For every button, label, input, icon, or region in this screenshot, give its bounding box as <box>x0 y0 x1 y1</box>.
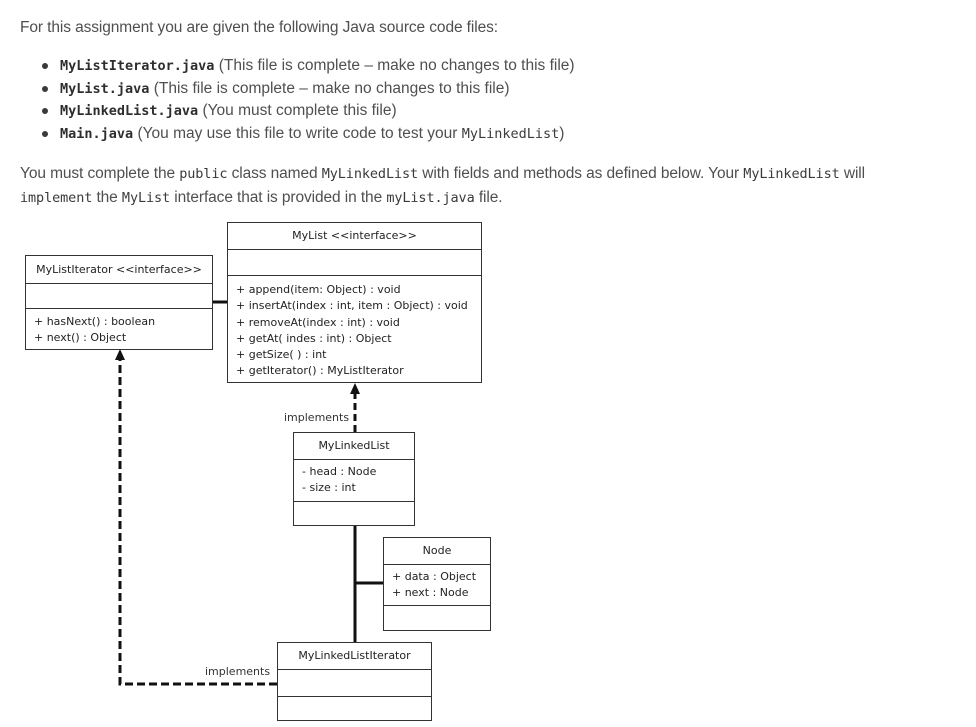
code-file-name: myList.java <box>386 190 475 206</box>
uml-class-mylist: MyList <<interface>> + append(item: Obje… <box>227 222 482 383</box>
file-note-end: ) <box>559 124 565 142</box>
implements-label: implements <box>205 665 271 678</box>
file-list-item: MyLinkedList.java (You must complete thi… <box>40 100 575 123</box>
methods-section <box>278 696 431 720</box>
field: - size : int <box>302 481 356 495</box>
method: + removeAt(index : int) : void <box>236 315 400 329</box>
methods-section: + hasNext() : boolean + next() : Object <box>26 308 212 349</box>
attributes-section <box>26 283 212 308</box>
file-list-item: MyList.java (This file is complete – mak… <box>40 78 575 101</box>
implements-label: implements <box>284 411 350 424</box>
arrowhead-icon <box>350 383 360 394</box>
uml-class-node: Node + data : Object + next : Node <box>383 537 491 631</box>
class-title: MyList <<interface>> <box>292 229 417 242</box>
methods-section <box>294 501 414 525</box>
bullet-icon <box>42 63 48 69</box>
class-title: MyListIterator <<interface>> <box>36 263 202 276</box>
file-list-item: MyListIterator.java (This file is comple… <box>40 55 575 78</box>
file-name: MyLinkedList.java <box>60 103 199 119</box>
uml-class-mylistiterator: MyListIterator <<interface>> + hasNext()… <box>25 255 213 350</box>
class-title: MyLinkedListIterator <box>298 649 411 662</box>
text: with fields and methods as defined below… <box>418 165 744 182</box>
file-note: (This file is complete – make no changes… <box>149 79 510 97</box>
class-title: MyLinkedList <box>318 439 390 452</box>
file-note: (You may use this file to write code to … <box>133 124 462 142</box>
bullet-icon <box>42 85 48 92</box>
bullet-icon <box>42 108 48 114</box>
methods-section: + append(item: Object) : void + insertAt… <box>228 275 481 382</box>
method: + getIterator() : MyListIterator <box>236 364 404 378</box>
text: file. <box>474 189 503 206</box>
arrowhead-icon <box>115 349 125 360</box>
file-note: (This file is complete – make no changes… <box>214 57 575 74</box>
text: the <box>92 189 122 206</box>
text: class named <box>227 165 322 182</box>
file-name: MyListIterator.java <box>60 58 215 74</box>
class-title: Node <box>422 544 452 557</box>
text: interface that is provided in the <box>170 189 387 206</box>
attributes-section <box>228 249 481 275</box>
fields-section: - head : Node - size : int <box>294 459 414 501</box>
method: + getSize( ) : int <box>236 348 327 362</box>
field: + next : Node <box>392 586 469 600</box>
intro-text: For this assignment you are given the fo… <box>20 19 498 36</box>
instructions-text: You must complete the public class named… <box>20 162 950 210</box>
method: + getAt( indes : int) : Object <box>236 331 392 345</box>
methods-section <box>384 605 490 630</box>
method: + insertAt(index : int, item : Object) :… <box>236 299 468 313</box>
uml-class-mylinkedlist: MyLinkedList - head : Node - size : int <box>293 432 415 526</box>
file-name: MyList.java <box>60 80 150 97</box>
text: You must complete the <box>20 165 180 182</box>
fields-section: + data : Object + next : Node <box>384 564 490 605</box>
file-note-code: MyLinkedList <box>461 125 560 142</box>
method: + append(item: Object) : void <box>236 283 401 296</box>
file-list-item: Main.java (You may use this file to writ… <box>40 123 575 146</box>
uml-class-mylinkedlistiterator: MyLinkedListIterator <box>277 642 432 721</box>
code-interface-name: MyList <box>121 190 171 206</box>
text: will <box>839 165 865 182</box>
file-list: MyListIterator.java (This file is comple… <box>40 55 575 145</box>
file-note: (You must complete this file) <box>198 102 397 119</box>
code-keyword: public <box>179 166 228 182</box>
fields-section <box>278 669 431 696</box>
field: - head : Node <box>302 465 377 478</box>
method: + hasNext() : boolean <box>34 315 156 328</box>
method: + next() : Object <box>34 331 127 345</box>
file-name: Main.java <box>60 125 134 142</box>
code-keyword: implement <box>20 190 93 206</box>
code-class-name: MyLinkedList <box>743 166 840 182</box>
bullet-icon <box>42 130 48 137</box>
field: + data : Object <box>392 570 477 583</box>
code-class-name: MyLinkedList <box>321 166 419 182</box>
implements-line <box>118 360 277 686</box>
